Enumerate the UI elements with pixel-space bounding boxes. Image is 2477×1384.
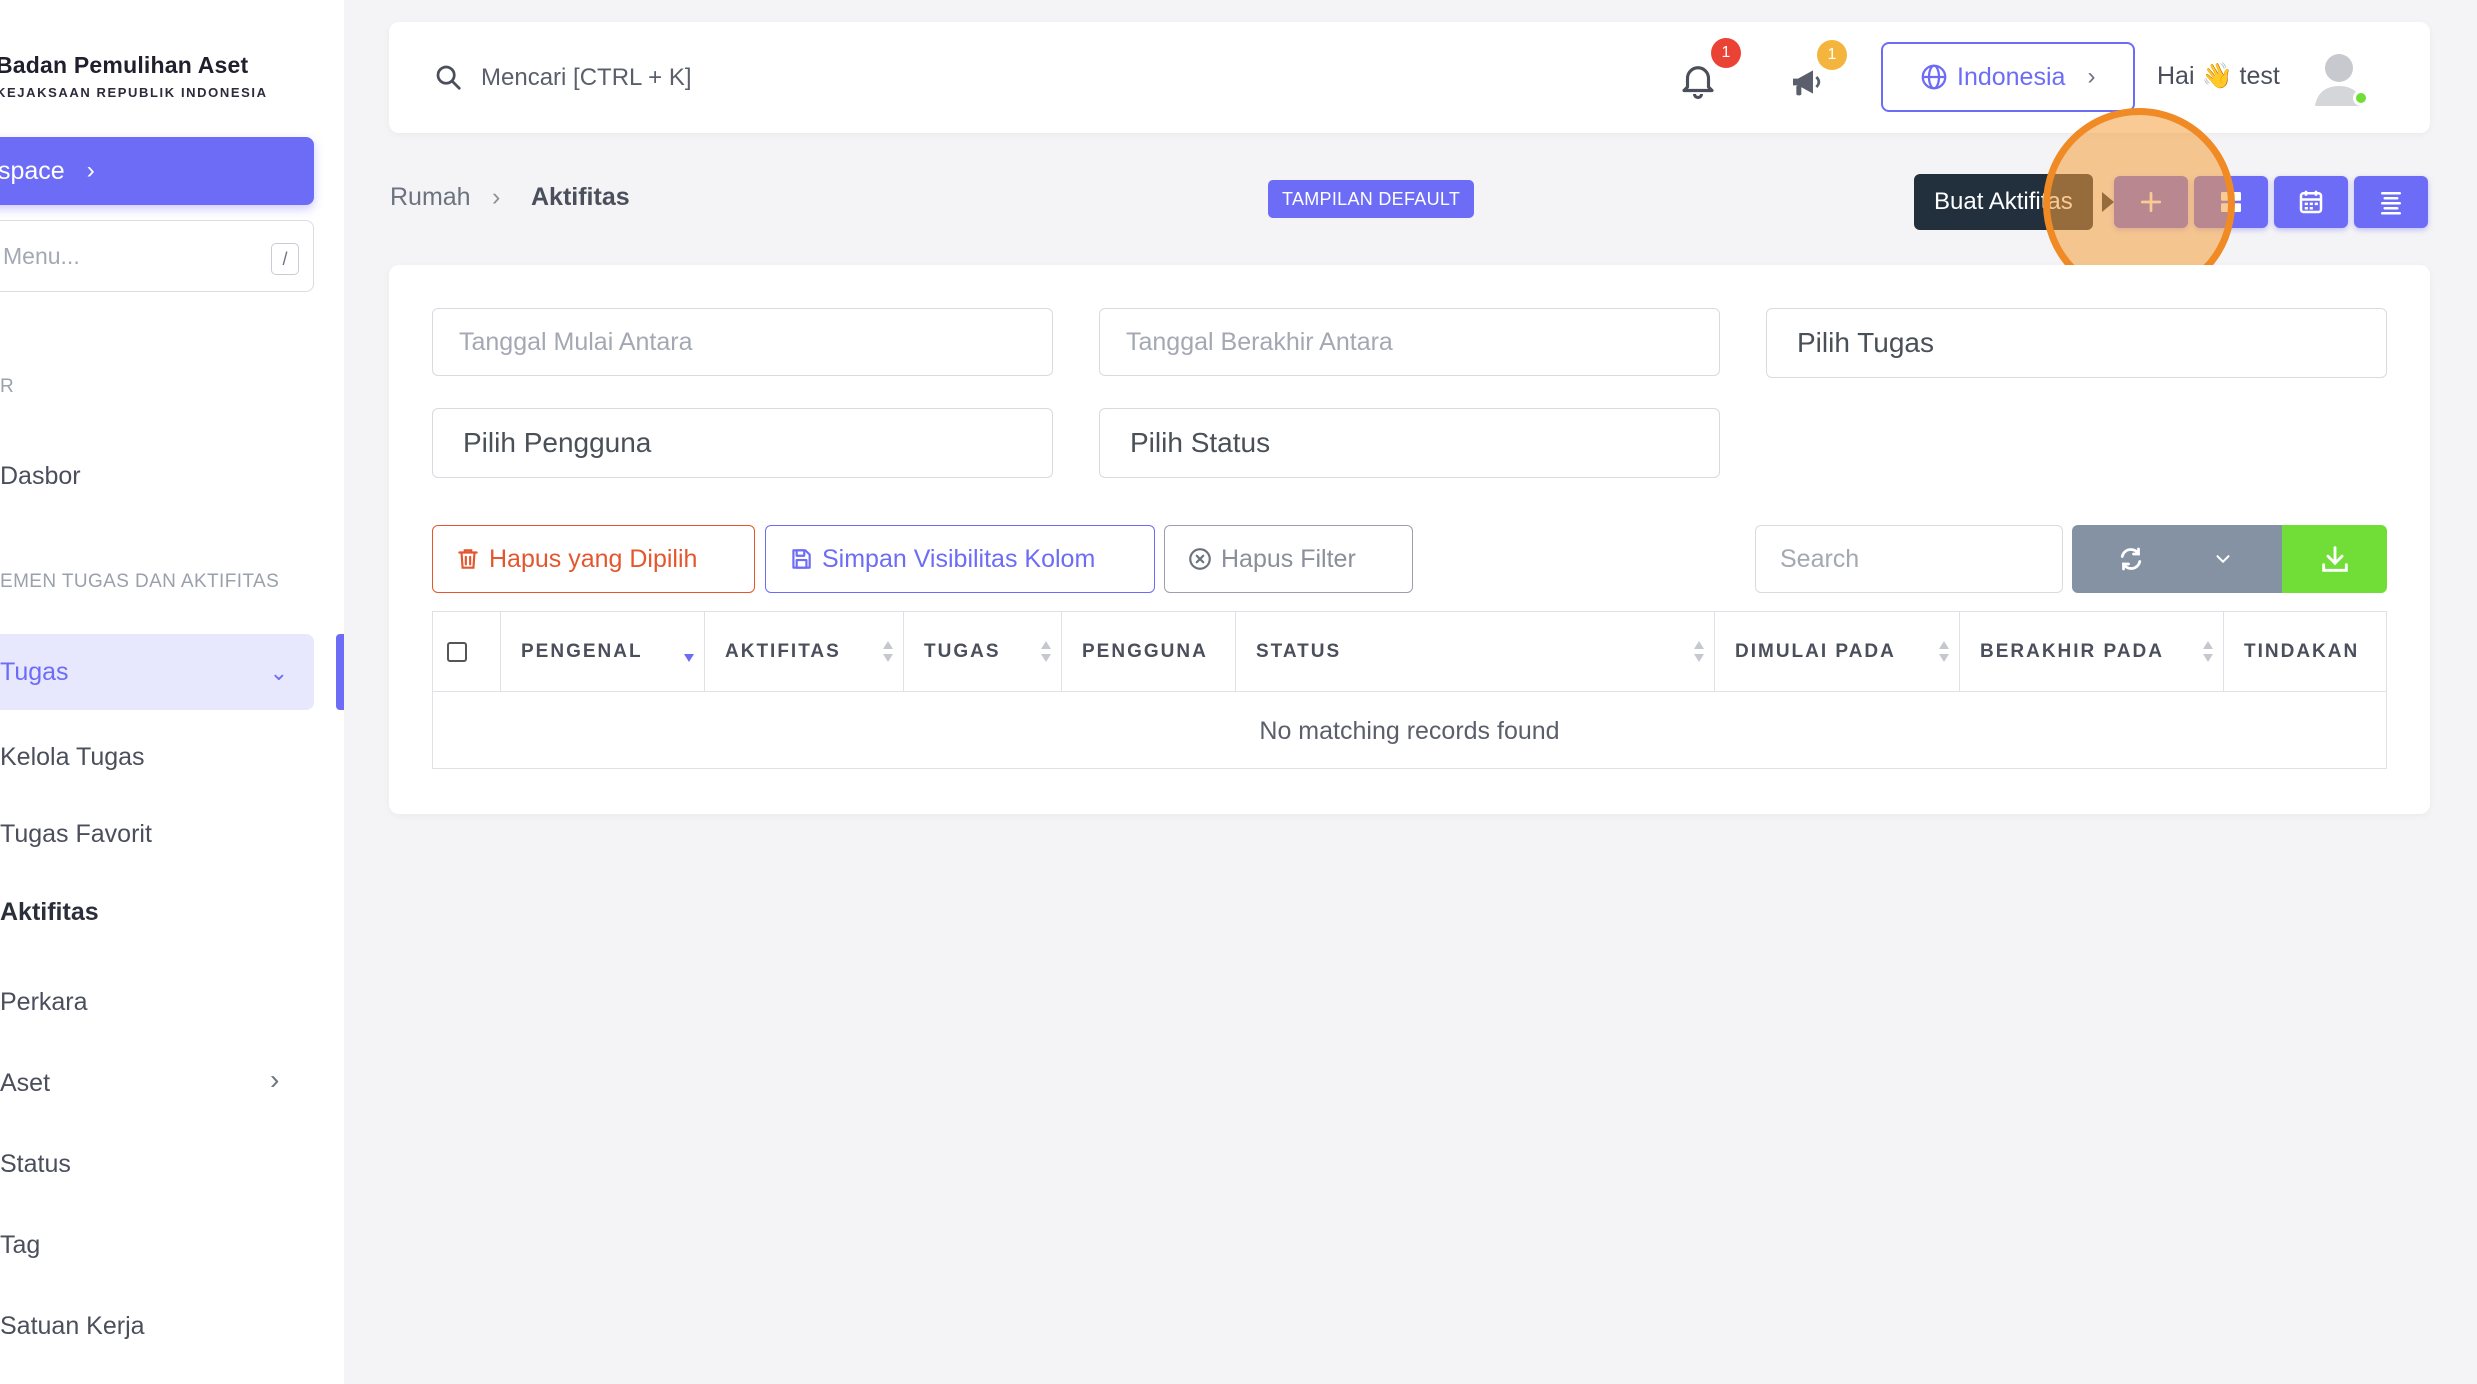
search-icon[interactable] <box>433 62 463 92</box>
list-view-button[interactable] <box>2354 176 2428 228</box>
refresh-button[interactable] <box>2072 525 2282 593</box>
column-label: PENGENAL <box>521 641 643 662</box>
announcement-badge: 1 <box>1817 40 1847 70</box>
sidebar-item-perkara[interactable]: Perkara <box>0 988 88 1017</box>
brand: Badan Pemulihan Aset KEJAKSAAN REPUBLIK … <box>0 52 268 100</box>
sort-icon <box>1041 641 1051 662</box>
calendar-icon <box>2299 190 2323 214</box>
chevron-right-icon: › <box>86 157 95 184</box>
clear-filter-button[interactable]: Hapus Filter <box>1164 525 1413 593</box>
activities-card: Tanggal Mulai Antara Tanggal Berakhir An… <box>389 265 2430 814</box>
section-header-main: R <box>0 376 15 397</box>
export-button[interactable] <box>2282 525 2387 593</box>
status-select[interactable]: Pilih Status <box>1099 408 1720 478</box>
column-label: TINDAKAN <box>2244 641 2360 662</box>
online-status-dot <box>2353 90 2369 106</box>
column-label: STATUS <box>1256 641 1342 662</box>
activities-table: PENGENAL AKTIFITAS TUGAS PENGGUNA STATUS… <box>432 611 2387 769</box>
section-header-tasks: EMEN TUGAS DAN AKTIFITAS <box>0 571 280 592</box>
breadcrumb-separator: › <box>492 183 501 211</box>
save-icon <box>792 549 811 569</box>
sort-desc-icon <box>684 654 694 662</box>
chevron-right-icon: › <box>2087 63 2096 90</box>
empty-table-message: No matching records found <box>1259 716 1560 745</box>
user-greeting: Hai 👋 test <box>2157 62 2280 90</box>
brand-subtitle: KEJAKSAAN REPUBLIK INDONESIA <box>0 85 268 100</box>
x-circle-icon <box>1189 548 1211 570</box>
shortcut-key: / <box>271 243 299 275</box>
sort-icon <box>1939 641 1949 662</box>
delete-selected-button[interactable]: Hapus yang Dipilih <box>432 525 755 593</box>
sidebar: Badan Pemulihan Aset KEJAKSAAN REPUBLIK … <box>0 0 344 1384</box>
start-date-filter[interactable]: Tanggal Mulai Antara <box>432 308 1053 376</box>
save-column-visibility-button[interactable]: Simpan Visibilitas Kolom <box>765 525 1155 593</box>
clear-filter-label: Hapus Filter <box>1221 544 1356 573</box>
sidebar-item-label: Tugas <box>0 657 69 686</box>
sidebar-item-tugas[interactable]: Tugas ⌄ <box>0 634 314 710</box>
table-search-input[interactable]: Search <box>1755 525 2063 593</box>
sidebar-item-kelola-tugas[interactable]: Kelola Tugas <box>0 743 145 772</box>
list-icon <box>2381 192 2401 215</box>
trash-icon <box>458 549 478 569</box>
column-header-status[interactable]: STATUS <box>1236 612 1715 692</box>
menu-search-input[interactable]: Menu... / <box>0 220 314 292</box>
column-label: TUGAS <box>924 641 1001 662</box>
sidebar-item-tugas-favorit[interactable]: Tugas Favorit <box>0 820 152 849</box>
view-mode-badge: TAMPILAN DEFAULT <box>1268 180 1475 218</box>
sidebar-item-dasbor[interactable]: Dasbor <box>0 462 81 491</box>
end-date-filter[interactable]: Tanggal Berakhir Antara <box>1099 308 1720 376</box>
menu-search-placeholder: Menu... <box>3 242 80 269</box>
column-header-berakhir-pada[interactable]: BERAKHIR PADA <box>1960 612 2224 692</box>
breadcrumb-home[interactable]: Rumah <box>390 183 471 212</box>
delete-selected-label: Hapus yang Dipilih <box>489 544 698 573</box>
column-header-tindakan: TINDAKAN <box>2224 612 2388 692</box>
column-label: DIMULAI PADA <box>1735 641 1896 662</box>
sidebar-item-satuan-kerja[interactable]: Satuan Kerja <box>0 1312 145 1341</box>
column-header-pengguna[interactable]: PENGGUNA <box>1062 612 1236 692</box>
chevron-right-icon: › <box>270 1064 280 1095</box>
column-label: PENGGUNA <box>1082 641 1208 662</box>
user-select[interactable]: Pilih Pengguna <box>432 408 1053 478</box>
column-header-dimulai-pada[interactable]: DIMULAI PADA <box>1715 612 1960 692</box>
sidebar-item-aktifitas[interactable]: Aktifitas <box>0 898 99 927</box>
globe-icon <box>1921 64 1947 90</box>
bell-icon[interactable] <box>1677 58 1719 102</box>
column-header-pengenal[interactable]: PENGENAL <box>501 612 705 692</box>
language-label: Indonesia <box>1957 62 2066 91</box>
workspace-label: space <box>0 156 65 185</box>
column-label: BERAKHIR PADA <box>1980 641 2164 662</box>
select-all-checkbox[interactable] <box>447 642 467 662</box>
chevron-down-icon: ⌄ <box>269 660 288 685</box>
chevron-down-icon[interactable] <box>2212 548 2234 570</box>
download-icon <box>2321 546 2348 572</box>
sort-icon <box>2203 641 2213 662</box>
calendar-view-button[interactable] <box>2274 176 2348 228</box>
sort-icon <box>883 641 893 662</box>
refresh-icon <box>2120 547 2142 571</box>
sidebar-item-status[interactable]: Status <box>0 1150 71 1179</box>
workspace-button[interactable]: space › <box>0 137 314 205</box>
notification-badge: 1 <box>1711 38 1741 68</box>
language-selector[interactable]: Indonesia › <box>1881 42 2135 112</box>
breadcrumb-current: Aktifitas <box>531 183 630 211</box>
sidebar-item-aset[interactable]: Aset <box>0 1069 50 1098</box>
brand-title: Badan Pemulihan Aset <box>0 52 249 78</box>
column-header-tugas[interactable]: TUGAS <box>904 612 1062 692</box>
task-select[interactable]: Pilih Tugas <box>1766 308 2387 378</box>
avatar[interactable] <box>2309 48 2369 108</box>
column-label: AKTIFITAS <box>725 641 841 662</box>
sort-icon <box>1694 641 1704 662</box>
active-indicator <box>336 634 344 710</box>
global-search-input[interactable]: Mencari [CTRL + K] <box>481 64 692 92</box>
select-all-cell <box>433 612 501 692</box>
sidebar-item-tag[interactable]: Tag <box>0 1231 40 1260</box>
column-header-aktifitas[interactable]: AKTIFITAS <box>705 612 904 692</box>
save-column-visibility-label: Simpan Visibilitas Kolom <box>822 544 1096 573</box>
table-header: PENGENAL AKTIFITAS TUGAS PENGGUNA STATUS… <box>433 612 2386 692</box>
